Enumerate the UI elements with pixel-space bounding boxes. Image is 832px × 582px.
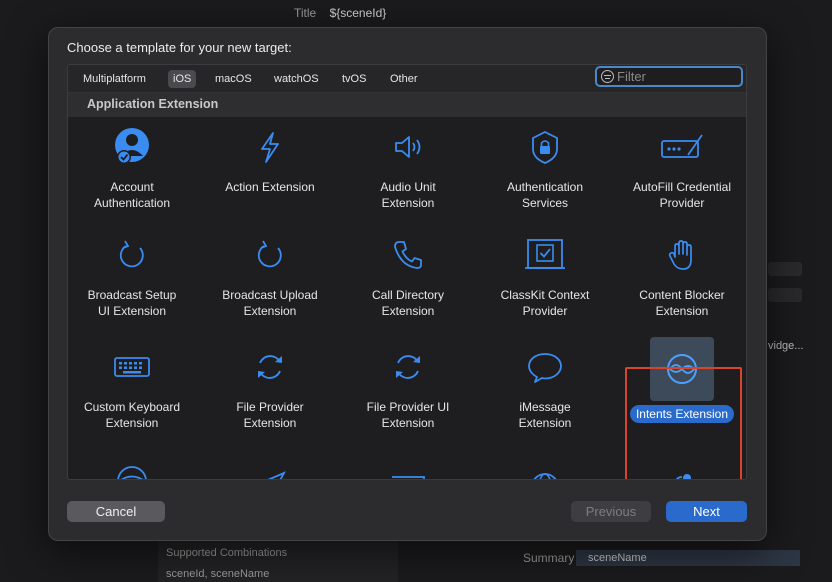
filter-icon: [601, 70, 614, 83]
speaker-icon: [378, 117, 438, 177]
template-label: Authentication Services: [506, 180, 584, 210]
template-label: iMessage Extension: [518, 400, 572, 430]
tab-watchos[interactable]: watchOS: [269, 70, 324, 88]
background-popup: [768, 288, 802, 302]
tab-tvos[interactable]: tvOS: [337, 70, 371, 88]
template-broadcast-upload-extension[interactable]: Broadcast Upload Extension: [204, 225, 336, 319]
account-authentication-icon: [102, 117, 162, 177]
filter-input[interactable]: [617, 69, 737, 84]
next-button[interactable]: Next: [666, 501, 747, 522]
section-title: Application Extension: [87, 97, 219, 111]
sync-arrows-icon: [240, 337, 300, 397]
template-panel: Multiplatform iOS macOS watchOS tvOS Oth…: [67, 64, 747, 480]
filter-field[interactable]: [595, 66, 743, 87]
refresh-arrow-icon: [240, 225, 300, 285]
template-call-directory-extension[interactable]: Call Directory Extension: [342, 225, 474, 319]
template-label: Intents Extension: [629, 405, 735, 423]
template-partial-item[interactable]: [68, 445, 198, 479]
tray-icon: [378, 445, 438, 479]
hand-icon: [652, 225, 712, 285]
message-bubble-icon: [515, 337, 575, 397]
template-label: Call Directory Extension: [371, 288, 444, 318]
template-account-authentication[interactable]: Account Authentication: [68, 117, 198, 211]
summary-value: sceneName: [576, 550, 800, 566]
template-label: Broadcast Upload Extension: [222, 288, 318, 318]
template-label: AutoFill Credential Provider: [632, 180, 732, 210]
template-file-provider-ui-extension[interactable]: File Provider UI Extension: [342, 337, 474, 431]
summary-label: Summary: [523, 551, 575, 565]
platform-tabbar: Multiplatform iOS macOS watchOS tvOS Oth…: [68, 65, 746, 93]
template-partial-item[interactable]: [342, 445, 474, 479]
template-label: Broadcast Setup UI Extension: [87, 288, 177, 318]
background-title-row: Title ${sceneId}: [294, 6, 386, 20]
template-label: Action Extension: [225, 180, 315, 194]
template-partial-item[interactable]: [616, 445, 746, 479]
template-classkit-context-provider[interactable]: ClassKit Context Provider: [479, 225, 611, 319]
refresh-arrow-icon: [102, 225, 162, 285]
tab-macos[interactable]: macOS: [210, 70, 257, 88]
template-label: Audio Unit Extension: [380, 180, 436, 210]
template-action-extension[interactable]: Action Extension: [204, 117, 336, 195]
cancel-button[interactable]: Cancel: [67, 501, 165, 522]
previous-button[interactable]: Previous: [571, 501, 651, 522]
checkbox-board-icon: [515, 225, 575, 285]
background-title-value: ${sceneId}: [329, 6, 387, 20]
template-label: ClassKit Context Provider: [500, 288, 590, 318]
template-intents-extension[interactable]: Intents Extension: [616, 337, 746, 423]
template-label: File Provider Extension: [236, 400, 304, 430]
template-label: File Provider UI Extension: [366, 400, 450, 430]
badge-icon: [652, 445, 712, 479]
template-broadcast-setup-ui-extension[interactable]: Broadcast Setup UI Extension: [68, 225, 198, 319]
intents-icon: [650, 337, 714, 401]
keyboard-icon: [102, 337, 162, 397]
template-autofill-credential-provider[interactable]: AutoFill Credential Provider: [616, 117, 746, 211]
section-header: Application Extension: [68, 93, 746, 117]
template-partial-item[interactable]: [479, 445, 611, 479]
phone-icon: [378, 225, 438, 285]
background-text: vidge...: [768, 340, 804, 352]
background-bottom-panel: Supported Combinations sceneId, sceneNam…: [158, 541, 398, 582]
sync-arrows-icon: [378, 337, 438, 397]
combination-value: sceneId, sceneName: [166, 568, 270, 580]
template-authentication-services[interactable]: Authentication Services: [479, 117, 611, 211]
template-partial-item[interactable]: [204, 445, 336, 479]
dialog-title: Choose a template for your new target:: [67, 40, 292, 55]
template-dialog: Choose a template for your new target: M…: [48, 27, 767, 541]
template-custom-keyboard-extension[interactable]: Custom Keyboard Extension: [68, 337, 198, 431]
password-field-icon: [652, 117, 712, 177]
template-content-blocker-extension[interactable]: Content Blocker Extension: [616, 225, 746, 319]
template-file-provider-extension[interactable]: File Provider Extension: [204, 337, 336, 431]
tab-ios[interactable]: iOS: [168, 70, 197, 88]
background-field: [768, 262, 802, 276]
bolt-icon: [240, 117, 300, 177]
partial-circle-icon: [102, 445, 162, 479]
paper-plane-icon: [240, 445, 300, 479]
lock-shield-icon: [515, 117, 575, 177]
template-imessage-extension[interactable]: iMessage Extension: [479, 337, 611, 431]
template-grid: Account Authentication Action Extension …: [68, 117, 746, 479]
supported-combinations-label: Supported Combinations: [166, 547, 288, 559]
template-label: Account Authentication: [93, 180, 171, 210]
tab-other[interactable]: Other: [385, 70, 423, 88]
template-audio-unit-extension[interactable]: Audio Unit Extension: [342, 117, 474, 211]
tab-multiplatform[interactable]: Multiplatform: [78, 70, 151, 88]
template-label: Custom Keyboard Extension: [83, 400, 181, 430]
globe-icon: [515, 445, 575, 479]
template-label: Content Blocker Extension: [639, 288, 725, 318]
background-title-label: Title: [294, 6, 317, 20]
